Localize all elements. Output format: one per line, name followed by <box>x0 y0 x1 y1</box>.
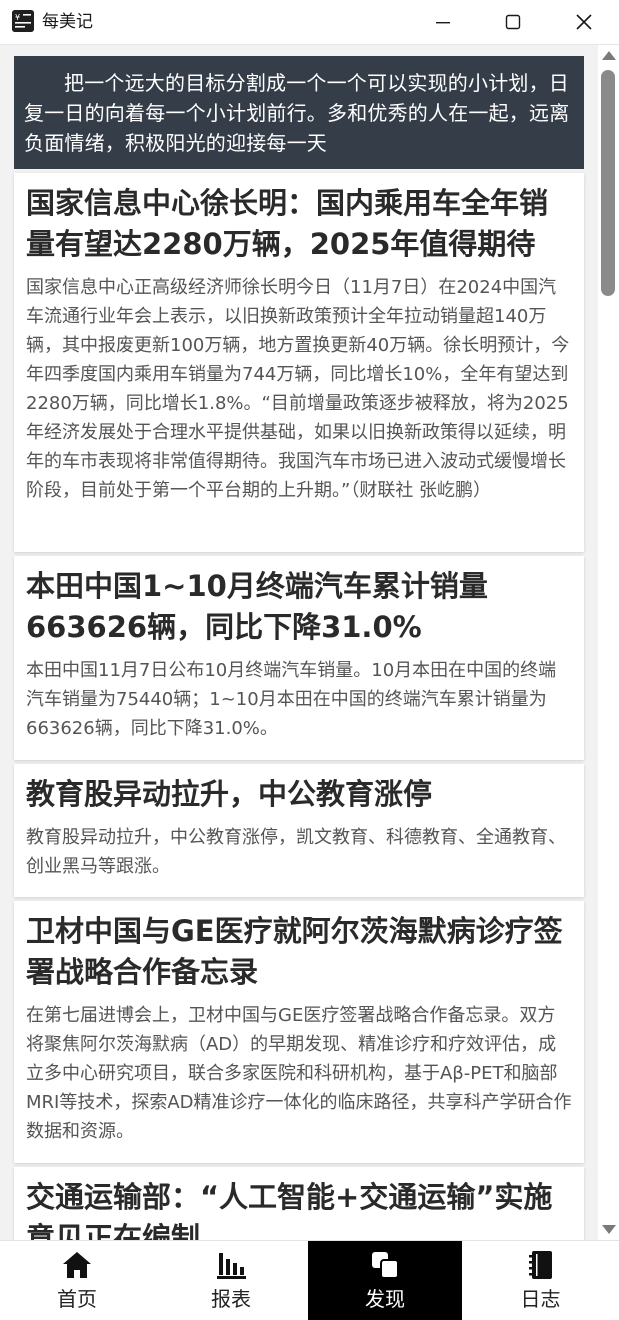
minimize-button[interactable] <box>408 0 478 44</box>
nav-log[interactable]: 日志 <box>462 1241 619 1320</box>
app-logo-icon: ¥ <box>12 10 34 32</box>
news-title[interactable]: 国家信息中心徐长明：国内乘用车全年销量有望达2280万辆，2025年值得期待 <box>26 173 572 265</box>
app-window: ¥ 每美记 把一个远大的目标分割成一个一个可以实现的小计划，日复一日的向着每一个… <box>0 0 619 1320</box>
maximize-icon <box>505 14 521 30</box>
news-body: 国家信息中心正高级经济师徐长明今日（11月7日）在2024中国汽车流通行业年会上… <box>26 277 570 501</box>
news-title[interactable]: 交通运输部：“人工智能+交通运输”实施意见正在编制 <box>26 1167 572 1240</box>
news-title[interactable]: 卫材中国与GE医疗就阿尔茨海默病诊疗签署战略合作备忘录 <box>26 901 572 993</box>
nav-home-label: 首页 <box>57 1287 97 1311</box>
close-icon <box>576 14 592 30</box>
news-body: 本田中国11月7日公布10月终端汽车销量。10月本田在中国的终端汽车销量为754… <box>26 660 557 739</box>
bar-chart-icon <box>217 1253 246 1279</box>
nav-discover-label: 发现 <box>365 1287 405 1311</box>
news-card[interactable]: 国家信息中心徐长明：国内乘用车全年销量有望达2280万辆，2025年值得期待 国… <box>14 173 584 552</box>
notebook-icon <box>528 1251 552 1279</box>
nav-report[interactable]: 报表 <box>154 1241 308 1320</box>
scroll-up-arrow-icon[interactable] <box>602 51 616 60</box>
svg-text:¥: ¥ <box>15 13 20 22</box>
scroll-thumb[interactable] <box>601 70 615 296</box>
news-card[interactable]: 卫材中国与GE医疗就阿尔茨海默病诊疗签署战略合作备忘录 在第七届进博会上，卫材中… <box>14 901 584 1163</box>
home-icon <box>63 1252 91 1278</box>
news-body: 教育股异动拉升，中公教育涨停，凯文教育、科德教育、全通教育、创业黑马等跟涨。 <box>26 827 566 877</box>
news-card[interactable]: 本田中国1~10月终端汽车累计销量663626辆，同比下降31.0% 本田中国1… <box>14 556 584 760</box>
news-card[interactable]: 教育股异动拉升，中公教育涨停 教育股异动拉升，中公教育涨停，凯文教育、科德教育、… <box>14 764 584 897</box>
minimize-icon <box>436 22 450 24</box>
news-title[interactable]: 本田中国1~10月终端汽车累计销量663626辆，同比下降31.0% <box>26 556 572 648</box>
news-body: 在第七届进博会上，卫材中国与GE医疗签署战略合作备忘录。双方将聚焦阿尔茨海默病（… <box>26 1005 572 1142</box>
window-title: 每美记 <box>42 12 93 32</box>
nav-discover[interactable]: 发现 <box>308 1241 462 1320</box>
maximize-button[interactable] <box>478 0 548 44</box>
nav-report-label: 报表 <box>211 1287 251 1311</box>
close-button[interactable] <box>549 0 619 44</box>
title-bar: ¥ 每美记 <box>0 0 619 45</box>
nav-home[interactable]: 首页 <box>0 1241 154 1320</box>
discover-icon <box>372 1252 399 1279</box>
news-title[interactable]: 教育股异动拉升，中公教育涨停 <box>26 764 572 815</box>
vertical-scrollbar[interactable] <box>598 45 619 1240</box>
scroll-down-arrow-icon[interactable] <box>602 1225 616 1234</box>
bottom-navigation: 首页 报表 发现 日志 <box>0 1240 619 1320</box>
news-feed[interactable]: 把一个远大的目标分割成一个一个可以实现的小计划，日复一日的向着每一个小计划前行。… <box>0 45 598 1240</box>
nav-log-label: 日志 <box>520 1287 561 1311</box>
motto-banner: 把一个远大的目标分割成一个一个可以实现的小计划，日复一日的向着每一个小计划前行。… <box>14 56 584 169</box>
news-card[interactable]: 交通运输部：“人工智能+交通运输”实施意见正在编制 <box>14 1167 584 1240</box>
